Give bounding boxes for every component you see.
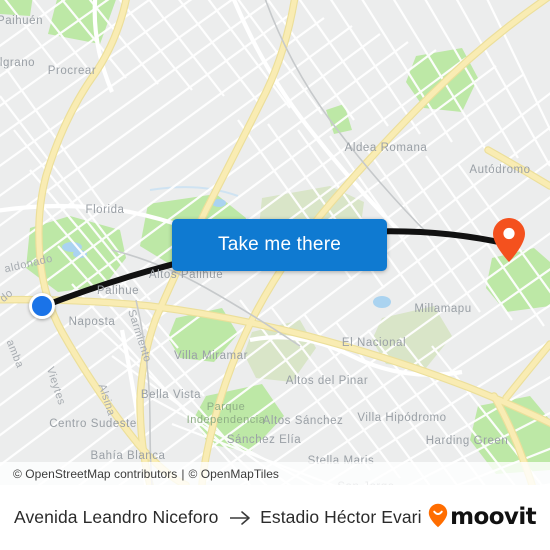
moovit-pin-icon: [428, 503, 448, 533]
attribution-openmaptiles[interactable]: © OpenMapTiles: [189, 467, 279, 481]
moovit-wordmark: moovit: [450, 504, 536, 530]
attribution-osm[interactable]: © OpenStreetMap contributors: [13, 467, 177, 481]
trip-bottom-bar: Avenida Leandro Niceforo ... Estadio Héc…: [0, 485, 550, 550]
arrow-right-icon: [229, 510, 251, 526]
moovit-logo[interactable]: moovit: [428, 503, 537, 533]
origin-location-dot[interactable]: [29, 293, 55, 319]
take-me-there-button[interactable]: Take me there: [172, 219, 387, 271]
destination-pin[interactable]: [492, 217, 526, 268]
attribution-separator: |: [181, 466, 185, 481]
map-canvas[interactable]: PaihuénelgranoProcrearAldea RomanaAutódr…: [0, 0, 550, 485]
trip-destination-name[interactable]: Estadio Héctor Evari...: [260, 507, 422, 528]
trip-summary[interactable]: Avenida Leandro Niceforo ... Estadio Héc…: [14, 507, 422, 528]
map-attribution: © OpenStreetMap contributors | © OpenMap…: [0, 462, 550, 485]
take-me-there-label: Take me there: [218, 234, 341, 255]
trip-origin-name[interactable]: Avenida Leandro Niceforo ...: [14, 507, 220, 528]
moovit-trip-map-screen: PaihuénelgranoProcrearAldea RomanaAutódr…: [0, 0, 550, 550]
